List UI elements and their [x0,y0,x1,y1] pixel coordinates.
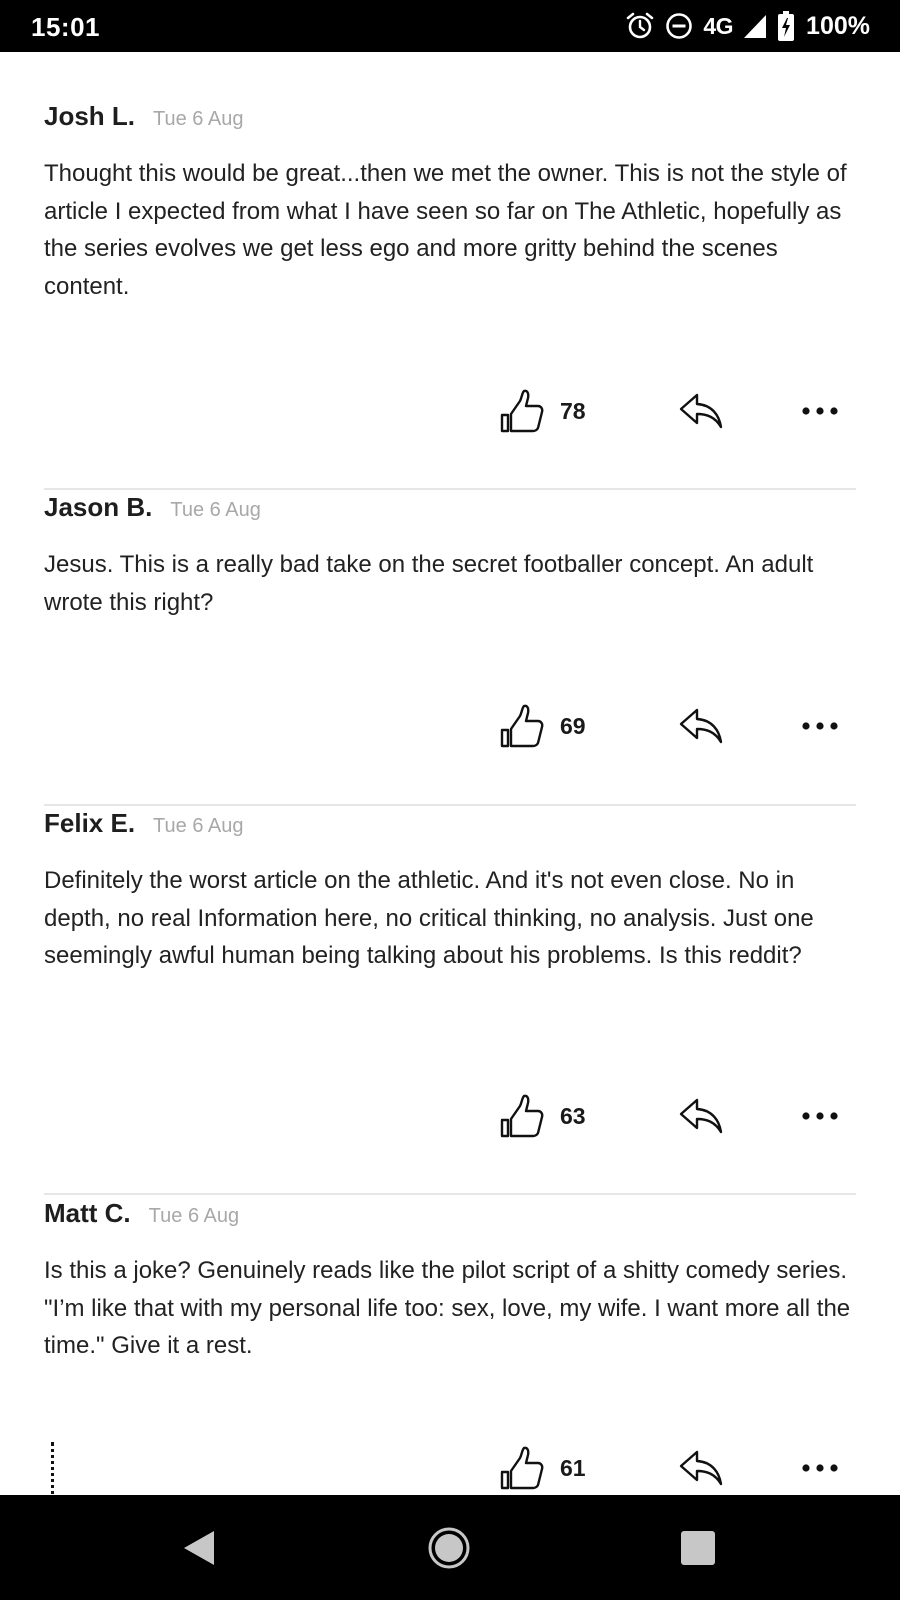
more-options-button[interactable] [790,381,850,441]
reply-icon [679,1450,723,1486]
comment-actions: 63 [44,1086,856,1146]
comment-body: Is this a joke? Genuinely reads like the… [44,1257,851,1359]
alarm-icon [627,12,654,39]
more-horizontal-icon [802,722,838,730]
comment-meta: Felix E. Tue 6 Aug [44,808,244,842]
comment-actions: 69 [44,696,856,756]
signal-icon [744,15,767,38]
navigation-bar [0,1495,900,1600]
status-time: 15:01 [31,12,100,42]
status-bar: 15:01 4G 100% [0,0,900,52]
reply-button[interactable] [666,696,736,756]
comment-author[interactable]: Josh L. [44,101,135,132]
reply-icon [679,393,723,429]
like-count: 78 [560,397,586,424]
thumbs-up-icon [500,1094,544,1138]
reply-icon [679,1098,723,1134]
comment-body: Definitely the worst article on the athl… [44,867,814,969]
like-count: 63 [560,1102,586,1129]
status-icons: 4G 100% [625,8,870,44]
reply-button[interactable] [666,1086,736,1146]
comment-actions: 78 [44,381,856,441]
comment-meta: Josh L. Tue 6 Aug [44,101,243,135]
more-options-button[interactable] [790,1086,850,1146]
reply-icon [679,708,723,744]
comment-meta: Jason B. Tue 6 Aug [44,492,261,526]
like-button[interactable]: 69 [498,696,618,756]
reply-thread-line [51,1442,54,1495]
battery-level: 100% [806,11,870,40]
comment-meta: Matt C. Tue 6 Aug [44,1198,239,1232]
like-button[interactable]: 61 [498,1438,618,1495]
comment-author[interactable]: Felix E. [44,808,135,839]
back-icon [184,1531,214,1565]
comment-date: Tue 6 Aug [153,815,244,837]
more-horizontal-icon [802,1112,838,1120]
more-options-button[interactable] [790,1438,850,1495]
comment-feed[interactable]: Josh L. Tue 6 Aug Thought this would be … [0,52,900,1495]
back-button[interactable] [172,1521,226,1575]
like-button[interactable]: 78 [498,381,618,441]
do-not-disturb-icon [666,13,693,39]
recents-button[interactable] [671,1521,725,1575]
comment-author[interactable]: Jason B. [44,492,152,523]
comment-divider [44,488,856,490]
more-horizontal-icon [802,1464,838,1472]
comment-actions: 61 [44,1438,856,1495]
home-button[interactable] [422,1521,476,1575]
comment-date: Tue 6 Aug [153,108,244,130]
reply-button[interactable] [666,1438,736,1495]
recents-icon [681,1531,715,1565]
thumbs-up-icon [500,1446,544,1490]
comment-divider [44,1193,856,1195]
home-icon [428,1527,470,1569]
like-count: 61 [560,1454,586,1481]
more-horizontal-icon [802,407,838,415]
comment-divider [44,804,856,806]
thumbs-up-icon [500,704,544,748]
thumbs-up-icon [500,389,544,433]
comment-author[interactable]: Matt C. [44,1198,131,1229]
more-options-button[interactable] [790,696,850,756]
comment-body: Thought this would be great...then we me… [44,160,847,300]
comment-body: Jesus. This is a really bad take on the … [44,551,814,616]
network-type: 4G [703,12,734,39]
like-count: 69 [560,712,586,739]
like-button[interactable]: 63 [498,1086,618,1146]
comment-date: Tue 6 Aug [148,1205,240,1227]
comment-date: Tue 6 Aug [170,499,261,521]
battery-charging-icon [778,11,795,41]
reply-button[interactable] [666,381,736,441]
